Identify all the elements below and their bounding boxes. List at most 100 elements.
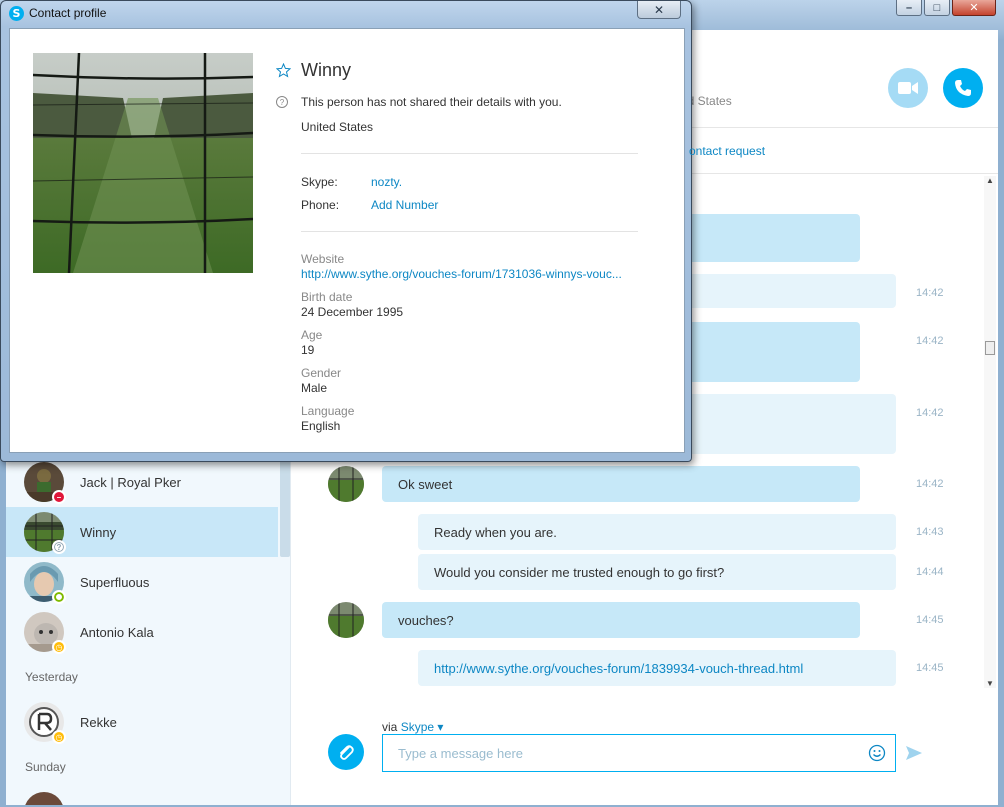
add-number-link[interactable]: Add Number <box>371 198 438 212</box>
section-label-yesterday: Yesterday <box>25 670 78 684</box>
gender-value: Male <box>301 381 328 395</box>
divider <box>301 231 638 232</box>
profile-name: Winny <box>301 60 352 80</box>
skype-field: Skype: nozty. <box>301 175 402 189</box>
message-time: 14:42 <box>916 478 944 490</box>
language-value: English <box>301 419 341 433</box>
age-label: Age <box>301 328 323 342</box>
video-call-button[interactable] <box>888 68 928 108</box>
via-label: via <box>382 720 398 734</box>
message-avatar <box>328 602 364 638</box>
contact-profile-dialog: S Contact profile ✕ Winny ? This person … <box>0 0 692 462</box>
avatar <box>24 562 66 604</box>
message-text: Ok sweet <box>398 476 453 492</box>
avatar: ◷ <box>24 702 66 744</box>
help-icon: ? <box>276 96 288 108</box>
phone-field: Phone: Add Number <box>301 198 438 212</box>
attach-button[interactable] <box>328 734 364 770</box>
birth-date-value: 24 December 1995 <box>301 305 404 319</box>
phone-icon <box>955 80 971 96</box>
status-away-icon: ◷ <box>52 640 66 654</box>
scroll-down-icon[interactable]: ▼ <box>984 679 996 688</box>
message-time: 14:44 <box>916 566 944 578</box>
via-selector[interactable]: via Skype ▾ <box>382 720 443 734</box>
contact-name: Superfluous <box>80 574 150 590</box>
message-composer: via Skype ▾ <box>292 720 998 800</box>
section-label-sunday: Sunday <box>25 760 66 774</box>
message-bubble: http://www.sythe.org/vouches-forum/18399… <box>418 650 896 686</box>
sidebar-item-rekke[interactable]: ◷ Rekke <box>6 697 278 747</box>
status-unknown-icon: ? <box>52 540 66 554</box>
minimize-button[interactable]: – <box>896 0 922 16</box>
send-icon[interactable] <box>906 746 922 760</box>
scroll-up-icon[interactable]: ▲ <box>984 176 996 185</box>
sidebar-scrollbar[interactable] <box>280 457 290 557</box>
age-value: 19 <box>301 343 315 357</box>
message-time: 14:42 <box>916 287 944 299</box>
privacy-note-text: This person has not shared their details… <box>301 95 562 109</box>
status-dnd-icon: – <box>52 490 66 504</box>
contact-name: Antonio Kala <box>80 624 154 640</box>
message-bubble: Would you consider me trusted enough to … <box>418 554 896 590</box>
sidebar-item-jack[interactable]: – Jack | Royal Pker <box>6 457 278 507</box>
message-bubble: Ready when you are. <box>418 514 896 550</box>
message-scrollbar[interactable]: ▲ ▼ <box>984 176 996 688</box>
divider <box>301 153 638 154</box>
scroll-thumb[interactable] <box>985 341 995 355</box>
skype-value[interactable]: nozty. <box>371 175 402 189</box>
message-time: 14:45 <box>916 662 944 674</box>
message-text: vouches? <box>398 612 454 628</box>
audio-call-button[interactable] <box>943 68 983 108</box>
message-input[interactable] <box>382 734 896 772</box>
avatar <box>24 792 64 805</box>
main-window-controls: – □ ✕ <box>896 0 996 16</box>
chevron-down-icon: ▾ <box>437 720 444 734</box>
message-link[interactable]: http://www.sythe.org/vouches-forum/18399… <box>434 661 803 676</box>
sidebar-item-antonio-kala[interactable]: ◷ Antonio Kala <box>6 607 278 657</box>
message-avatar <box>328 466 364 502</box>
sidebar-item-partial[interactable] <box>6 787 278 805</box>
message-bubble: Ok sweet <box>382 466 860 502</box>
birth-date-label: Birth date <box>301 290 353 304</box>
dialog-title: Contact profile <box>29 6 107 20</box>
message-bubble: vouches? <box>382 602 860 638</box>
profile-name-row: Winny <box>276 60 351 81</box>
message-time: 14:42 <box>916 407 944 419</box>
sidebar-item-winny[interactable]: ? Winny <box>6 507 278 557</box>
website-link[interactable]: http://www.sythe.org/vouches-forum/17310… <box>301 267 637 281</box>
profile-country: United States <box>301 120 374 134</box>
message-time: 14:45 <box>916 614 944 626</box>
sidebar-item-superfluous[interactable]: Superfluous <box>6 557 278 607</box>
contact-request-link[interactable]: ontact request <box>689 144 765 158</box>
language-label: Language <box>301 404 355 418</box>
avatar: – <box>24 462 66 504</box>
contact-name: Rekke <box>80 714 117 730</box>
recent-contacts-list: – Jack | Royal Pker ? Winny Superfluous … <box>6 457 278 805</box>
privacy-note: ? This person has not shared their detai… <box>276 95 562 109</box>
via-network[interactable]: Skype <box>401 720 434 734</box>
gender-label: Gender <box>301 366 342 380</box>
close-button[interactable]: ✕ <box>952 0 996 16</box>
avatar: ◷ <box>24 612 66 654</box>
profile-photo <box>33 53 253 273</box>
phone-label: Phone: <box>301 198 340 212</box>
dialog-body: Winny ? This person has not shared their… <box>9 28 685 453</box>
video-camera-icon <box>898 82 918 94</box>
message-text: Would you consider me trusted enough to … <box>434 564 725 580</box>
maximize-button[interactable]: □ <box>924 0 950 16</box>
skype-label: Skype: <box>301 175 338 189</box>
message-time: 14:42 <box>916 335 944 347</box>
dialog-titlebar[interactable]: S Contact profile ✕ <box>1 1 691 27</box>
emoticon-icon[interactable] <box>868 744 886 762</box>
skype-logo-icon: S <box>9 6 24 21</box>
status-online-icon <box>52 590 66 604</box>
contact-name: Jack | Royal Pker <box>80 474 181 490</box>
contact-name: Winny <box>80 524 117 540</box>
message-text: Ready when you are. <box>434 524 557 540</box>
website-label: Website <box>301 252 345 266</box>
favorite-star-icon[interactable] <box>276 63 291 78</box>
message-time: 14:43 <box>916 526 944 538</box>
avatar: ? <box>24 512 66 554</box>
dialog-close-button[interactable]: ✕ <box>637 1 681 19</box>
status-away-icon: ◷ <box>52 730 66 744</box>
